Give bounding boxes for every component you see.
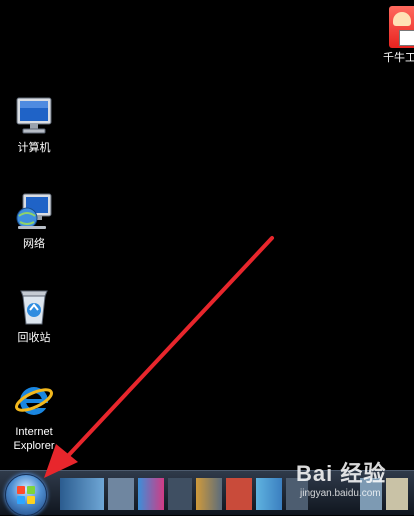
desktop-icon-label: 计算机 bbox=[17, 142, 51, 154]
taskbar-item[interactable] bbox=[168, 478, 192, 510]
desktop-icon-network[interactable]: 网络 bbox=[4, 192, 64, 251]
taskbar-item[interactable] bbox=[138, 478, 164, 510]
network-icon bbox=[16, 193, 52, 229]
taskbar-item[interactable] bbox=[60, 478, 104, 510]
taskbar-item[interactable] bbox=[256, 478, 282, 510]
start-button[interactable] bbox=[5, 474, 47, 516]
desktop-icon-internet-explorer[interactable]: Internet Explorer bbox=[4, 380, 64, 453]
desktop-icon-label: 网络 bbox=[23, 238, 45, 250]
windows-start-orb-icon bbox=[17, 486, 35, 504]
desktop-icon-qianniu[interactable]: 千牛工 bbox=[383, 6, 414, 65]
taskbar-item[interactable] bbox=[386, 478, 408, 510]
desktop-icon-computer[interactable]: 计算机 bbox=[4, 96, 64, 155]
desktop: 计算机 网络 回收站 Internet Explorer 千牛工 bbox=[0, 0, 414, 470]
watermark-logo: Bai 经验 bbox=[296, 461, 387, 486]
taskbar-item[interactable] bbox=[196, 478, 222, 510]
desktop-icon-label: Internet Explorer bbox=[13, 426, 55, 452]
computer-icon bbox=[16, 97, 52, 134]
desktop-icon-label: 千牛工 bbox=[383, 52, 414, 64]
recycle-bin-icon bbox=[20, 290, 48, 325]
watermark-url: jingyan.baidu.com bbox=[300, 488, 381, 499]
qianniu-app-icon bbox=[389, 6, 414, 48]
taskbar-item[interactable] bbox=[108, 478, 134, 510]
taskbar-item[interactable] bbox=[226, 478, 252, 510]
shortcut-arrow-icon bbox=[399, 30, 414, 46]
desktop-icon-label: 回收站 bbox=[17, 332, 51, 344]
desktop-icon-recycle-bin[interactable]: 回收站 bbox=[4, 286, 64, 345]
internet-explorer-icon bbox=[15, 387, 53, 415]
